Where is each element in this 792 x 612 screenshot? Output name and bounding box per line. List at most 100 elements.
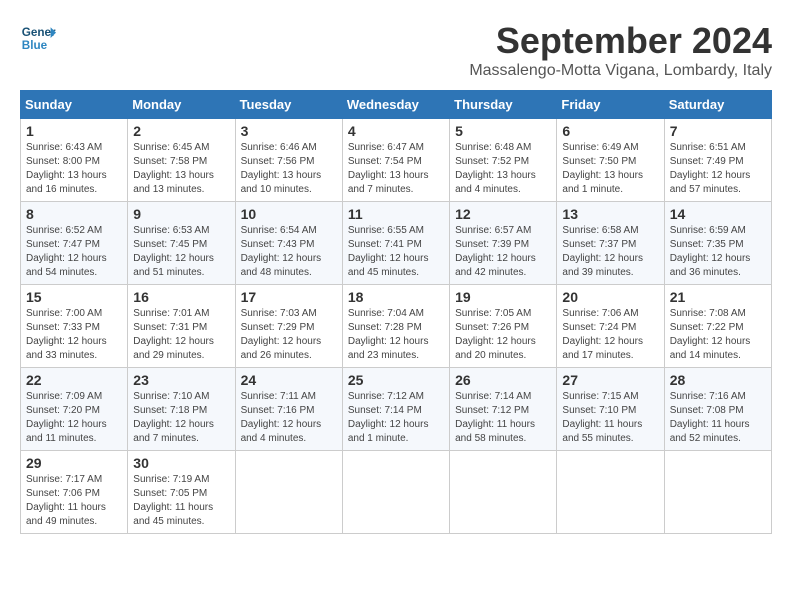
day-info: Sunrise: 6:54 AM Sunset: 7:43 PM Dayligh…: [241, 224, 337, 280]
calendar-cell: 20 Sunrise: 7:06 AM Sunset: 7:24 PM Dayli…: [557, 285, 664, 368]
day-info: Sunrise: 6:47 AM Sunset: 7:54 PM Dayligh…: [348, 141, 444, 197]
calendar-cell: 2Sunrise: 6:45 AM Sunset: 7:58 PM Daylig…: [128, 119, 235, 202]
calendar-cell: 8Sunrise: 6:52 AM Sunset: 7:47 PM Daylig…: [21, 202, 128, 285]
day-number: 28: [670, 372, 766, 388]
day-info: Sunrise: 7:03 AM Sunset: 7:29 PM Dayligh…: [241, 307, 337, 363]
week-row-5: 29 Sunrise: 7:17 AM Sunset: 7:06 PM Dayli…: [21, 451, 772, 534]
day-number: 7: [670, 123, 766, 139]
day-number: 19: [455, 289, 551, 305]
calendar-cell: 10 Sunrise: 6:54 AM Sunset: 7:43 PM Dayli…: [235, 202, 342, 285]
day-number: 1: [26, 123, 122, 139]
day-info: Sunrise: 7:04 AM Sunset: 7:28 PM Dayligh…: [348, 307, 444, 363]
day-info: Sunrise: 6:59 AM Sunset: 7:35 PM Dayligh…: [670, 224, 766, 280]
calendar-cell: 22 Sunrise: 7:09 AM Sunset: 7:20 PM Dayli…: [21, 368, 128, 451]
day-number: 10: [241, 206, 337, 222]
day-number: 5: [455, 123, 551, 139]
calendar-cell: 29 Sunrise: 7:17 AM Sunset: 7:06 PM Dayli…: [21, 451, 128, 534]
calendar-body: 1Sunrise: 6:43 AM Sunset: 8:00 PM Daylig…: [21, 119, 772, 534]
day-number: 26: [455, 372, 551, 388]
day-info: Sunrise: 7:11 AM Sunset: 7:16 PM Dayligh…: [241, 390, 337, 446]
day-number: 25: [348, 372, 444, 388]
day-info: Sunrise: 6:58 AM Sunset: 7:37 PM Dayligh…: [562, 224, 658, 280]
day-number: 29: [26, 455, 122, 471]
day-info: Sunrise: 7:15 AM Sunset: 7:10 PM Dayligh…: [562, 390, 658, 446]
logo: General Blue: [20, 20, 56, 56]
calendar-cell: 6 Sunrise: 6:49 AM Sunset: 7:50 PM Daylig…: [557, 119, 664, 202]
day-number: 20: [562, 289, 658, 305]
calendar-cell: 16 Sunrise: 7:01 AM Sunset: 7:31 PM Dayli…: [128, 285, 235, 368]
calendar-cell: 24 Sunrise: 7:11 AM Sunset: 7:16 PM Dayli…: [235, 368, 342, 451]
day-info: Sunrise: 6:53 AM Sunset: 7:45 PM Dayligh…: [133, 224, 229, 280]
calendar-cell: 30Sunrise: 7:19 AM Sunset: 7:05 PM Dayli…: [128, 451, 235, 534]
week-row-2: 8Sunrise: 6:52 AM Sunset: 7:47 PM Daylig…: [21, 202, 772, 285]
day-number: 6: [562, 123, 658, 139]
day-info: Sunrise: 7:01 AM Sunset: 7:31 PM Dayligh…: [133, 307, 229, 363]
day-number: 22: [26, 372, 122, 388]
logo-icon: General Blue: [20, 20, 56, 56]
day-info: Sunrise: 7:17 AM Sunset: 7:06 PM Dayligh…: [26, 473, 122, 529]
week-row-3: 15 Sunrise: 7:00 AM Sunset: 7:33 PM Dayli…: [21, 285, 772, 368]
day-info: Sunrise: 7:06 AM Sunset: 7:24 PM Dayligh…: [562, 307, 658, 363]
calendar-cell: 4 Sunrise: 6:47 AM Sunset: 7:54 PM Daylig…: [342, 119, 449, 202]
calendar-cell: 13 Sunrise: 6:58 AM Sunset: 7:37 PM Dayli…: [557, 202, 664, 285]
calendar-cell: 5 Sunrise: 6:48 AM Sunset: 7:52 PM Daylig…: [450, 119, 557, 202]
calendar-table: SundayMondayTuesdayWednesdayThursdayFrid…: [20, 90, 772, 534]
column-header-tuesday: Tuesday: [235, 91, 342, 119]
day-info: Sunrise: 7:08 AM Sunset: 7:22 PM Dayligh…: [670, 307, 766, 363]
calendar-cell: 18 Sunrise: 7:04 AM Sunset: 7:28 PM Dayli…: [342, 285, 449, 368]
day-number: 12: [455, 206, 551, 222]
day-info: Sunrise: 7:09 AM Sunset: 7:20 PM Dayligh…: [26, 390, 122, 446]
day-info: Sunrise: 6:52 AM Sunset: 7:47 PM Dayligh…: [26, 224, 122, 280]
header: General Blue September 2024 Massalengo-M…: [20, 20, 772, 80]
calendar-cell: 21 Sunrise: 7:08 AM Sunset: 7:22 PM Dayli…: [664, 285, 771, 368]
calendar-cell: [235, 451, 342, 534]
calendar-header: SundayMondayTuesdayWednesdayThursdayFrid…: [21, 91, 772, 119]
day-info: Sunrise: 6:49 AM Sunset: 7:50 PM Dayligh…: [562, 141, 658, 197]
day-info: Sunrise: 7:19 AM Sunset: 7:05 PM Dayligh…: [133, 473, 229, 529]
week-row-4: 22 Sunrise: 7:09 AM Sunset: 7:20 PM Dayli…: [21, 368, 772, 451]
location: Massalengo-Motta Vigana, Lombardy, Italy: [469, 62, 772, 80]
day-number: 18: [348, 289, 444, 305]
day-info: Sunrise: 7:14 AM Sunset: 7:12 PM Dayligh…: [455, 390, 551, 446]
calendar-cell: 19Sunrise: 7:05 AM Sunset: 7:26 PM Dayli…: [450, 285, 557, 368]
calendar-cell: [664, 451, 771, 534]
calendar-cell: 28 Sunrise: 7:16 AM Sunset: 7:08 PM Dayli…: [664, 368, 771, 451]
day-info: Sunrise: 6:48 AM Sunset: 7:52 PM Dayligh…: [455, 141, 551, 197]
day-info: Sunrise: 6:55 AM Sunset: 7:41 PM Dayligh…: [348, 224, 444, 280]
calendar-cell: 25 Sunrise: 7:12 AM Sunset: 7:14 PM Dayli…: [342, 368, 449, 451]
day-number: 24: [241, 372, 337, 388]
calendar-cell: 1Sunrise: 6:43 AM Sunset: 8:00 PM Daylig…: [21, 119, 128, 202]
calendar-cell: 27Sunrise: 7:15 AM Sunset: 7:10 PM Dayli…: [557, 368, 664, 451]
day-number: 23: [133, 372, 229, 388]
calendar-cell: [450, 451, 557, 534]
day-info: Sunrise: 7:12 AM Sunset: 7:14 PM Dayligh…: [348, 390, 444, 446]
day-info: Sunrise: 7:10 AM Sunset: 7:18 PM Dayligh…: [133, 390, 229, 446]
day-info: Sunrise: 7:16 AM Sunset: 7:08 PM Dayligh…: [670, 390, 766, 446]
calendar-cell: [342, 451, 449, 534]
day-number: 21: [670, 289, 766, 305]
day-number: 14: [670, 206, 766, 222]
day-info: Sunrise: 6:57 AM Sunset: 7:39 PM Dayligh…: [455, 224, 551, 280]
column-header-saturday: Saturday: [664, 91, 771, 119]
calendar-cell: 14 Sunrise: 6:59 AM Sunset: 7:35 PM Dayli…: [664, 202, 771, 285]
calendar-cell: 11Sunrise: 6:55 AM Sunset: 7:41 PM Dayli…: [342, 202, 449, 285]
day-number: 13: [562, 206, 658, 222]
day-info: Sunrise: 7:00 AM Sunset: 7:33 PM Dayligh…: [26, 307, 122, 363]
column-header-sunday: Sunday: [21, 91, 128, 119]
day-number: 4: [348, 123, 444, 139]
day-info: Sunrise: 6:46 AM Sunset: 7:56 PM Dayligh…: [241, 141, 337, 197]
title-area: September 2024 Massalengo-Motta Vigana, …: [469, 20, 772, 80]
calendar-cell: 3Sunrise: 6:46 AM Sunset: 7:56 PM Daylig…: [235, 119, 342, 202]
calendar-cell: [557, 451, 664, 534]
calendar-cell: 26 Sunrise: 7:14 AM Sunset: 7:12 PM Dayli…: [450, 368, 557, 451]
header-row: SundayMondayTuesdayWednesdayThursdayFrid…: [21, 91, 772, 119]
day-number: 17: [241, 289, 337, 305]
day-info: Sunrise: 6:45 AM Sunset: 7:58 PM Dayligh…: [133, 141, 229, 197]
column-header-thursday: Thursday: [450, 91, 557, 119]
day-number: 16: [133, 289, 229, 305]
column-header-wednesday: Wednesday: [342, 91, 449, 119]
month-title: September 2024: [469, 20, 772, 62]
week-row-1: 1Sunrise: 6:43 AM Sunset: 8:00 PM Daylig…: [21, 119, 772, 202]
day-number: 15: [26, 289, 122, 305]
calendar-cell: 23 Sunrise: 7:10 AM Sunset: 7:18 PM Dayli…: [128, 368, 235, 451]
